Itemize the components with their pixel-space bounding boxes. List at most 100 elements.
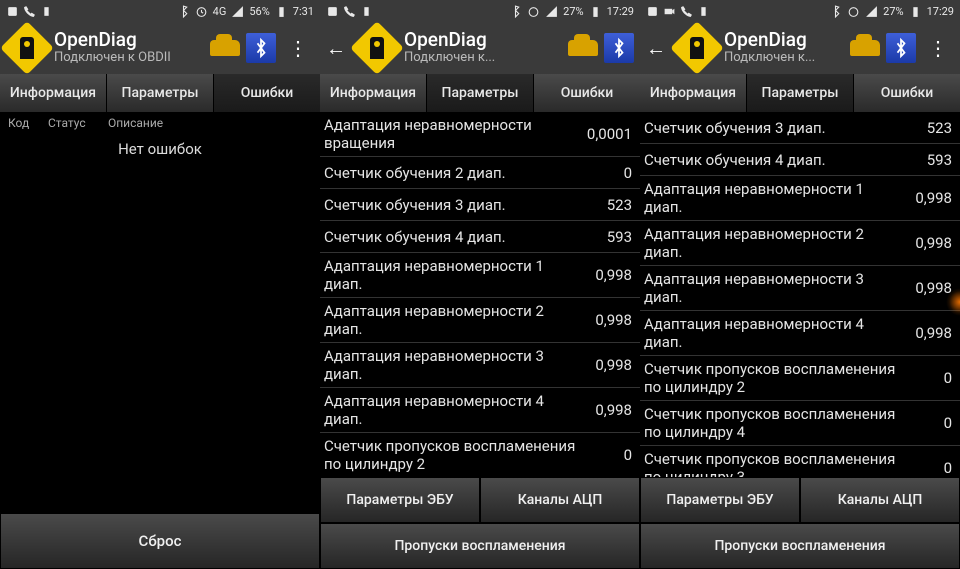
adc-channels-button[interactable]: Каналы АЦП [480,477,640,523]
col-code: Код [8,116,48,130]
signal-icon [865,5,878,18]
ecu-params-button[interactable]: Параметры ЭБУ [640,477,800,523]
param-value: 593 [896,151,952,169]
param-name: Адаптация неравномерности 1 диап. [324,257,576,293]
param-name: Счетчик пропусков воспламенения по цилин… [324,437,576,473]
param-row[interactable]: Счетчик обучения 3 диап.523 [320,189,640,221]
no-errors-label: Нет ошибок [0,134,320,164]
param-name: Адаптация неравномерности 3 диап. [324,347,576,383]
tab-errors[interactable]: Ошибки [534,74,640,112]
param-row[interactable]: Счетчик пропусков воспламенения по цилин… [640,356,960,401]
param-value: 0,998 [896,279,952,297]
param-row[interactable]: Адаптация неравномерности 3 диап.0,998 [640,266,960,311]
car-icon[interactable] [210,40,240,56]
battery-icon [275,5,288,18]
param-name: Адаптация неравномерности 4 диап. [644,315,896,351]
battery-notif-icon [40,5,53,18]
adc-channels-button[interactable]: Каналы АЦП [800,477,960,523]
call-icon [343,5,356,18]
car-icon[interactable] [568,40,598,56]
overflow-menu-icon[interactable]: ⋮ [282,36,314,60]
tab-errors[interactable]: Ошибки [214,74,320,112]
param-row[interactable]: Адаптация неравномерности 4 диап.0,998 [320,388,640,433]
battery-icon [909,5,922,18]
col-desc: Описание [108,116,163,130]
app-bar: ← OpenDiag Подключен к... ⋮ [640,22,960,74]
app-subtitle: Подключен к OBDII [54,51,171,65]
col-status: Статус [48,116,108,130]
signal-icon [545,5,558,18]
param-row[interactable]: Адаптация неравномерности 2 диап.0,998 [320,298,640,343]
param-row[interactable]: Адаптация неравномерности 2 диап.0,998 [640,221,960,266]
notification-icon [646,5,659,18]
param-row[interactable]: Счетчик обучения 2 диап.0 [320,157,640,189]
status-bar: 27% 17:29 [640,0,960,22]
param-name: Счетчик пропусков воспламенения по цилин… [644,360,896,396]
bluetooth-icon [509,5,522,18]
battery-label: 27% [563,5,583,18]
tab-info[interactable]: Информация [0,74,107,112]
reset-button[interactable]: Сброс [0,513,320,569]
param-name: Счетчик обучения 4 диап. [324,228,576,246]
ecu-params-button[interactable]: Параметры ЭБУ [320,477,480,523]
net-label: 4G [213,5,227,18]
misfire-button[interactable]: Пропуски воспламенения [640,523,960,569]
alarm-icon [527,5,540,18]
param-name: Адаптация неравномерности 1 диап. [644,180,896,216]
app-logo-icon [0,21,54,75]
tab-errors[interactable]: Ошибки [854,74,960,112]
param-name: Адаптация неравномерности 2 диап. [644,225,896,261]
screen-params-2: 27% 17:29 ← OpenDiag Подключен к... ⋮ Ин… [640,0,960,569]
param-name: Счетчик обучения 4 диап. [644,151,896,169]
param-row[interactable]: Адаптация неравномерности вращения0,0001 [320,112,640,157]
back-button[interactable]: ← [326,36,350,61]
battery-notif-icon [360,5,373,18]
param-value: 0,998 [576,266,632,284]
param-name: Адаптация неравномерности 4 диап. [324,392,576,428]
back-button[interactable]: ← [646,36,670,61]
param-row[interactable]: Счетчик обучения 4 диап.593 [320,221,640,253]
param-value: 0 [896,459,952,477]
tab-info[interactable]: Информация [320,74,427,112]
clock-label: 17:29 [927,5,954,18]
screen-params-1: 27% 17:29 ← OpenDiag Подключен к... Инфо… [320,0,640,569]
app-bar: OpenDiag Подключен к OBDII ⋮ [0,22,320,74]
param-value: 0,998 [576,356,632,374]
tab-info[interactable]: Информация [640,74,747,112]
param-row[interactable]: Адаптация неравномерности 1 диап.0,998 [640,176,960,221]
content-area[interactable]: Адаптация неравномерности вращения0,0001… [320,112,640,477]
tab-bar: Информация Параметры Ошибки [0,74,320,112]
overflow-menu-icon[interactable]: ⋮ [922,36,954,60]
param-name: Счетчик обучения 2 диап. [324,164,576,182]
param-row[interactable]: Адаптация неравномерности 3 диап.0,998 [320,343,640,388]
bluetooth-button[interactable] [604,33,634,63]
param-value: 0,0001 [576,125,632,143]
car-icon[interactable] [850,40,880,56]
bluetooth-button[interactable] [886,33,916,63]
notification-icon [6,5,19,18]
bluetooth-button[interactable] [246,33,276,63]
param-row[interactable]: Счетчик обучения 3 диап.523 [640,112,960,144]
app-title: OpenDiag [54,30,171,51]
tab-params[interactable]: Параметры [747,74,854,112]
param-name: Счетчик обучения 3 диап. [324,196,576,214]
app-logo-icon [350,21,404,75]
app-title: OpenDiag [724,30,815,51]
tab-params[interactable]: Параметры [107,74,214,112]
param-name: Адаптация неравномерности 2 диап. [324,302,576,338]
battery-label: 56% [249,5,269,18]
param-row[interactable]: Адаптация неравномерности 4 диап.0,998 [640,311,960,356]
battery-label: 27% [883,5,903,18]
tab-params[interactable]: Параметры [427,74,534,112]
content-area[interactable]: Счетчик обучения 3 диап.523Счетчик обуче… [640,112,960,477]
param-row[interactable]: Счетчик пропусков воспламенения по цилин… [640,446,960,477]
param-row[interactable]: Счетчик обучения 4 диап.593 [640,144,960,176]
param-row[interactable]: Счетчик пропусков воспламенения по цилин… [640,401,960,446]
param-name: Адаптация неравномерности вращения [324,116,576,152]
misfire-button[interactable]: Пропуски воспламенения [320,523,640,569]
param-row[interactable]: Адаптация неравномерности 1 диап.0,998 [320,253,640,298]
param-row[interactable]: Счетчик пропусков воспламенения по цилин… [320,433,640,477]
param-value: 523 [576,196,632,214]
param-name: Счетчик пропусков воспламенения по цилин… [644,450,896,477]
battery-notif-icon [697,5,710,18]
